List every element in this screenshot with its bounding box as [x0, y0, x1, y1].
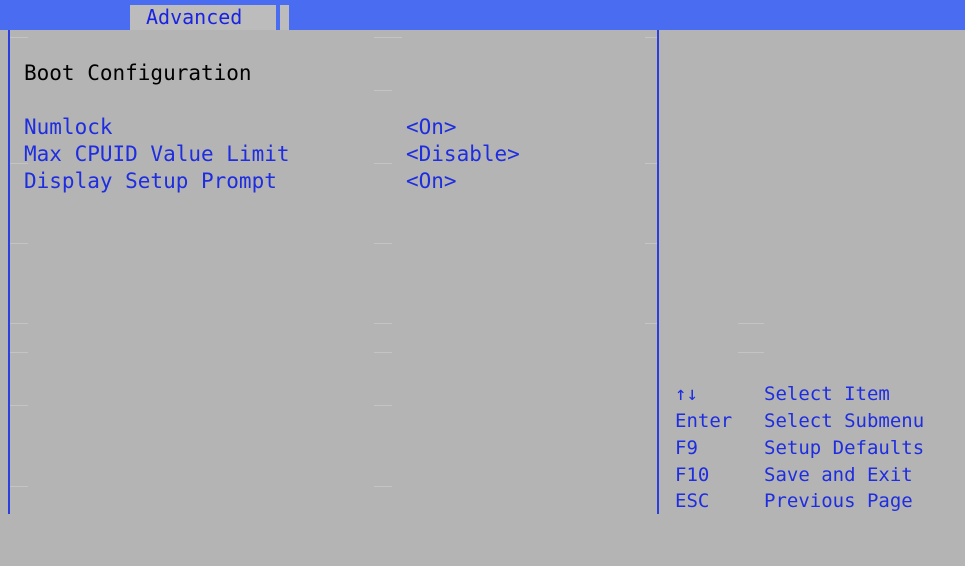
help-row-enter: Enter Select Submenu [675, 408, 955, 434]
separator-dash [645, 163, 657, 164]
setting-label: Display Setup Prompt [24, 169, 277, 193]
panel-divider [657, 30, 659, 514]
help-key: F9 [675, 437, 698, 459]
separator-dash [738, 352, 764, 353]
tab-edge-decoration [280, 5, 289, 30]
help-key: F10 [675, 464, 710, 486]
setting-value[interactable]: <Disable> [406, 141, 520, 168]
separator-dash [374, 486, 392, 487]
help-key: ESC [675, 490, 710, 512]
separator-dash [10, 352, 28, 353]
help-action: Save and Exit [764, 464, 913, 486]
separator-dash [374, 323, 392, 324]
help-row-f9: F9 Setup Defaults [675, 435, 955, 461]
setting-row-numlock[interactable]: Numlock <On> [24, 114, 644, 141]
help-action: Select Submenu [764, 410, 925, 432]
separator-dash [10, 486, 28, 487]
arrow-keys-icon: ↑↓ [675, 383, 698, 405]
separator-dash [645, 243, 657, 244]
section-title: Boot Configuration [24, 61, 252, 85]
help-action: Select Item [764, 383, 890, 405]
separator-dash [10, 405, 28, 406]
setting-row-max-cpuid[interactable]: Max CPUID Value Limit <Disable> [24, 141, 644, 168]
separator-dash [10, 37, 28, 38]
separator-dash [10, 323, 28, 324]
tab-advanced[interactable]: Advanced [130, 5, 276, 30]
separator-dash [645, 37, 657, 38]
help-key: Enter [675, 410, 733, 432]
help-row-select-item: ↑↓ Select Item [675, 381, 955, 407]
left-border [8, 30, 10, 514]
help-row-f10: F10 Save and Exit [675, 462, 955, 488]
separator-dash [374, 405, 392, 406]
setting-label: Numlock [24, 115, 113, 139]
setting-row-display-setup-prompt[interactable]: Display Setup Prompt <On> [24, 168, 644, 195]
separator-dash [374, 243, 392, 244]
help-action: Setup Defaults [764, 437, 925, 459]
separator-dash [374, 90, 392, 91]
setting-value[interactable]: <On> [406, 114, 457, 141]
setting-label: Max CPUID Value Limit [24, 142, 290, 166]
separator-dash [374, 37, 402, 38]
separator-dash [645, 323, 657, 324]
help-action: Previous Page [764, 490, 913, 512]
separator-dash [374, 352, 392, 353]
separator-dash [738, 323, 764, 324]
help-row-esc: ESC Previous Page [675, 488, 955, 514]
setting-value[interactable]: <On> [406, 168, 457, 195]
